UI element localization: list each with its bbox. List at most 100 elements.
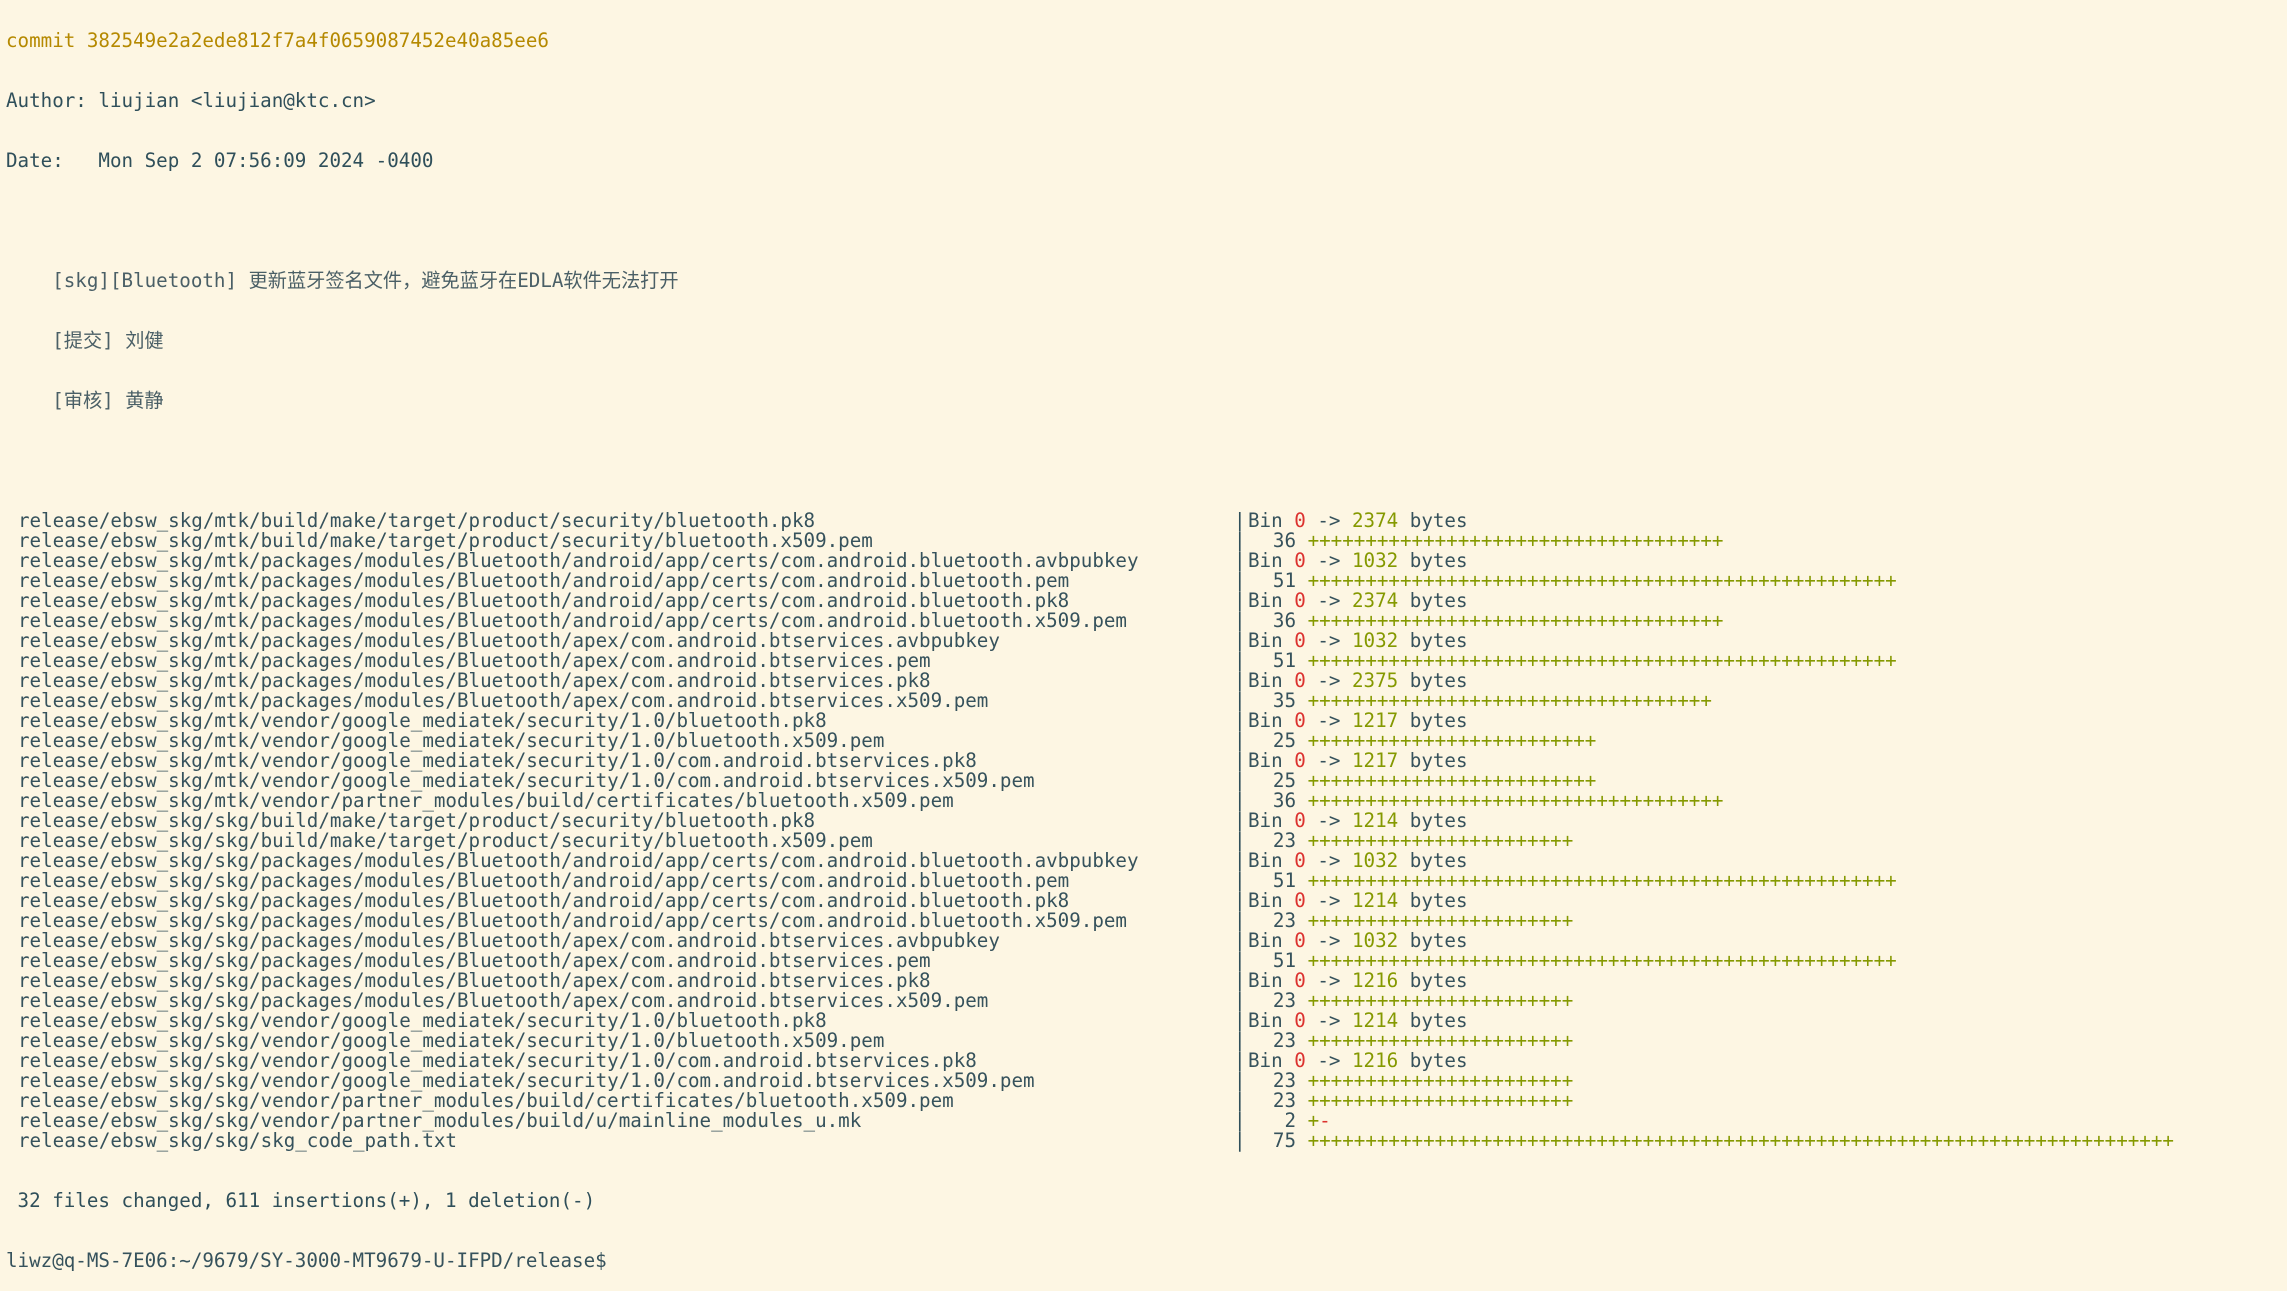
line-change-stat: 2 +-: [1248, 1111, 1330, 1131]
diffstat-row: release/ebsw_skg/mtk/packages/modules/Bl…: [6, 611, 2281, 631]
line-change-stat: 75 +++++++++++++++++++++++++++++++++++++…: [1248, 1131, 2174, 1151]
diffstat-row: release/ebsw_skg/skg/vendor/partner_modu…: [6, 1091, 2281, 1111]
file-path: release/ebsw_skg/skg/vendor/google_media…: [18, 1029, 885, 1052]
line-change-stat: 23 +++++++++++++++++++++++: [1248, 1071, 1573, 1091]
column-separator: |: [1234, 689, 1246, 712]
change-count: 23: [1272, 1029, 1296, 1052]
file-path: release/ebsw_skg/skg/packages/modules/Bl…: [18, 929, 1000, 952]
binary-change-stat: Bin 0 -> 2375 bytes: [1248, 671, 1468, 691]
change-count: 36: [1272, 789, 1296, 812]
terminal-output[interactable]: commit 382549e2a2ede812f7a4f0659087452e4…: [6, 0, 2281, 1291]
column-separator: |: [1234, 869, 1246, 892]
bin-label: Bin: [1248, 1009, 1295, 1032]
author-line: Author: liujian <liujian@ktc.cn>: [6, 89, 376, 112]
file-path: release/ebsw_skg/mtk/vendor/google_media…: [18, 749, 977, 772]
file-path: release/ebsw_skg/mtk/build/make/target/p…: [18, 529, 873, 552]
column-separator: |: [1234, 509, 1246, 532]
diffstat-row: release/ebsw_skg/mtk/vendor/google_media…: [6, 751, 2281, 771]
file-path: release/ebsw_skg/mtk/packages/modules/Bl…: [18, 589, 1070, 612]
file-path: release/ebsw_skg/mtk/vendor/google_media…: [18, 769, 1035, 792]
diffstat-row: release/ebsw_skg/mtk/packages/modules/Bl…: [6, 651, 2281, 671]
diffstat-row: release/ebsw_skg/skg/packages/modules/Bl…: [6, 911, 2281, 931]
diffstat-row: release/ebsw_skg/mtk/build/make/target/p…: [6, 511, 2281, 531]
file-path: release/ebsw_skg/skg/packages/modules/Bl…: [18, 949, 931, 972]
commit-message-reviewer: [审核] 黄静: [6, 389, 164, 412]
file-path: release/ebsw_skg/skg/vendor/partner_modu…: [18, 1109, 862, 1132]
insertions-bar: +++++++++++++++++++++++: [1307, 1089, 1574, 1112]
line-change-stat: 36 ++++++++++++++++++++++++++++++++++++: [1248, 529, 1724, 552]
file-path: release/ebsw_skg/skg/vendor/google_media…: [18, 1069, 1035, 1092]
change-count: 51: [1272, 649, 1296, 672]
column-separator: |: [1234, 969, 1246, 992]
diffstat-row: release/ebsw_skg/mtk/packages/modules/Bl…: [6, 691, 2281, 711]
column-separator: |: [1234, 649, 1246, 672]
file-path: release/ebsw_skg/skg/vendor/google_media…: [18, 1009, 827, 1032]
file-path: release/ebsw_skg/skg/build/make/target/p…: [18, 809, 816, 832]
file-path: release/ebsw_skg/mtk/packages/modules/Bl…: [18, 569, 1070, 592]
column-separator: |: [1234, 1049, 1246, 1072]
column-separator: |: [1234, 1009, 1246, 1032]
column-separator: |: [1234, 569, 1246, 592]
column-separator: |: [1234, 949, 1246, 972]
line-change-stat: 51 +++++++++++++++++++++++++++++++++++++…: [1248, 871, 1897, 891]
diffstat-row: release/ebsw_skg/skg/packages/modules/Bl…: [6, 971, 2281, 991]
binary-change-stat: Bin 0 -> 2374 bytes: [1248, 591, 1468, 611]
column-separator: |: [1234, 609, 1246, 632]
binary-change-stat: Bin 0 -> 1214 bytes: [1248, 891, 1468, 911]
column-separator: |: [1234, 709, 1246, 732]
binary-change-stat: Bin 0 -> 1216 bytes: [1248, 1051, 1468, 1071]
bin-label: Bin: [1248, 969, 1295, 992]
column-separator: |: [1234, 809, 1246, 832]
line-change-stat: 35 +++++++++++++++++++++++++++++++++++: [1248, 691, 1712, 711]
line-change-stat: 51 +++++++++++++++++++++++++++++++++++++…: [1248, 571, 1897, 591]
file-path: release/ebsw_skg/skg/packages/modules/Bl…: [18, 989, 989, 1012]
file-path: release/ebsw_skg/skg/vendor/google_media…: [18, 1049, 977, 1072]
commit-message-submitter: [提交] 刘健: [6, 329, 164, 352]
file-path: release/ebsw_skg/skg/packages/modules/Bl…: [18, 889, 1070, 912]
file-path: release/ebsw_skg/skg/packages/modules/Bl…: [18, 969, 931, 992]
column-separator: |: [1234, 529, 1246, 552]
change-count: 36: [1272, 609, 1296, 632]
file-path: release/ebsw_skg/mtk/vendor/partner_modu…: [18, 789, 954, 812]
column-separator: |: [1234, 1089, 1246, 1112]
diffstat-row: release/ebsw_skg/skg/skg_code_path.txt | 7…: [6, 1131, 2281, 1151]
line-change-stat: 23 +++++++++++++++++++++++: [1248, 991, 1573, 1011]
diffstat-row: release/ebsw_skg/mtk/packages/modules/Bl…: [6, 631, 2281, 651]
diffstat-row: release/ebsw_skg/skg/vendor/google_media…: [6, 1051, 2281, 1071]
diffstat-row: release/ebsw_skg/mtk/vendor/google_media…: [6, 731, 2281, 751]
bin-label: Bin: [1248, 889, 1295, 912]
line-change-stat: 51 +++++++++++++++++++++++++++++++++++++…: [1248, 651, 1897, 671]
column-separator: |: [1234, 769, 1246, 792]
diffstat-row: release/ebsw_skg/skg/vendor/google_media…: [6, 1011, 2281, 1031]
insertions-bar: ++++++++++++++++++++++++++++++++++++++++…: [1307, 1129, 2174, 1152]
file-path: release/ebsw_skg/mtk/vendor/google_media…: [18, 729, 885, 752]
column-separator: |: [1234, 1029, 1246, 1052]
shell-prompt[interactable]: liwz@q-MS-7E06:~/9679/SY-3000-MT9679-U-I…: [6, 1251, 2281, 1271]
file-path: release/ebsw_skg/mtk/packages/modules/Bl…: [18, 689, 989, 712]
diffstat-row: release/ebsw_skg/skg/packages/modules/Bl…: [6, 871, 2281, 891]
binary-change-stat: Bin 0 -> 1032 bytes: [1248, 631, 1468, 651]
column-separator: |: [1234, 749, 1246, 772]
line-change-stat: 36 ++++++++++++++++++++++++++++++++++++: [1248, 609, 1724, 632]
file-path: release/ebsw_skg/mtk/packages/modules/Bl…: [18, 669, 931, 692]
diffstat-row: release/ebsw_skg/skg/vendor/google_media…: [6, 1031, 2281, 1051]
binary-change-stat: Bin 0 -> 1214 bytes: [1248, 1011, 1468, 1031]
commit-message-title: [skg][Bluetooth] 更新蓝牙签名文件，避免蓝牙在EDLA软件无法打…: [6, 269, 679, 292]
diffstat-row: release/ebsw_skg/mtk/vendor/partner_modu…: [6, 791, 2281, 811]
change-count: 25: [1272, 769, 1296, 792]
line-change-stat: 23 +++++++++++++++++++++++: [1248, 1091, 1573, 1111]
binary-change-stat: Bin 0 -> 1216 bytes: [1248, 971, 1468, 991]
line-change-stat: 36 ++++++++++++++++++++++++++++++++++++: [1248, 789, 1724, 812]
column-separator: |: [1234, 589, 1246, 612]
change-count: 23: [1272, 989, 1296, 1012]
diffstat-list: release/ebsw_skg/mtk/build/make/target/p…: [6, 511, 2281, 1151]
diffstat-row: release/ebsw_skg/mtk/build/make/target/p…: [6, 531, 2281, 551]
change-count: 51: [1272, 949, 1296, 972]
column-separator: |: [1234, 1129, 1246, 1152]
commit-hash-line: commit 382549e2a2ede812f7a4f0659087452e4…: [6, 29, 549, 52]
binary-change-stat: Bin 0 -> 1217 bytes: [1248, 751, 1468, 771]
column-separator: |: [1234, 929, 1246, 952]
date-line: Date: Mon Sep 2 07:56:09 2024 -0400: [6, 149, 434, 172]
change-count: 36: [1272, 529, 1296, 552]
